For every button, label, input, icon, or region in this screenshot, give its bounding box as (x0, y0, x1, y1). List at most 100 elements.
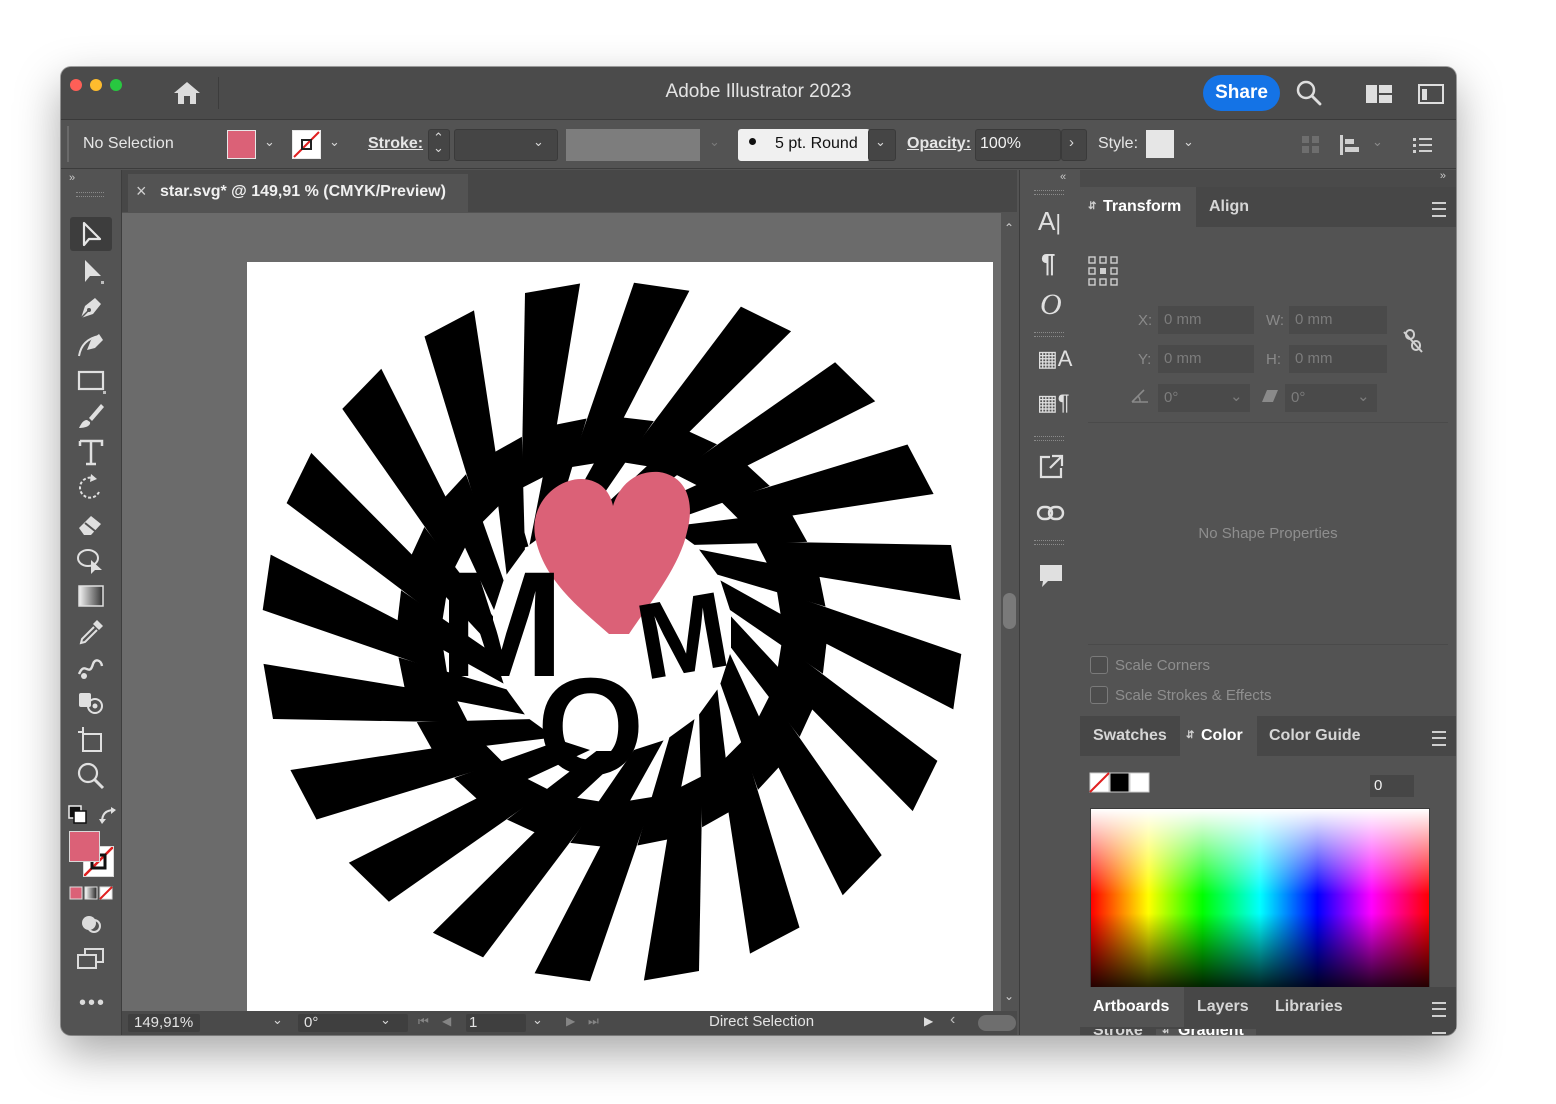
opentype-panel-icon[interactable]: O (1040, 288, 1062, 322)
variable-width-profile[interactable] (566, 129, 700, 161)
paragraph-styles-icon[interactable]: ▦¶ (1037, 390, 1070, 416)
constrain-proportions-icon[interactable] (1402, 328, 1424, 354)
expand-dock-icon[interactable]: » (1440, 170, 1446, 182)
eraser-tool[interactable] (75, 508, 107, 540)
panel-options-icon[interactable] (1413, 136, 1433, 154)
stroke-label[interactable]: Stroke: (368, 135, 423, 153)
grip-handle[interactable] (67, 126, 69, 162)
stroke-weight-stepper[interactable]: ⌃ ⌄ (428, 129, 450, 161)
rotate-tool[interactable] (75, 472, 107, 504)
workspace-switcher-icon[interactable] (1365, 84, 1393, 104)
scroll-left-icon[interactable]: ‹ (950, 1011, 955, 1029)
share-button[interactable]: Share (1203, 75, 1280, 111)
tab-color-guide[interactable]: Color Guide (1257, 716, 1374, 756)
w-field[interactable]: 0 mm (1289, 306, 1387, 334)
h-field[interactable]: 0 mm (1289, 345, 1387, 373)
rotation-field[interactable]: 0° (298, 1014, 408, 1032)
curvature-tool[interactable] (75, 328, 107, 360)
swap-fill-stroke-icon[interactable] (98, 806, 118, 826)
grip-handle[interactable] (1034, 540, 1064, 545)
brush-dropdown-toggle[interactable]: ⌄ (868, 129, 896, 161)
chevron-down-icon[interactable]: ⌄ (264, 134, 275, 150)
tab-libraries[interactable]: Libraries (1262, 987, 1356, 1027)
search-icon[interactable] (1296, 80, 1322, 106)
artboard-tool[interactable] (75, 724, 107, 756)
horizontal-scroll-thumb[interactable] (978, 1015, 1016, 1031)
collapse-dock-icon[interactable]: « (1060, 171, 1066, 183)
color-spectrum[interactable] (1090, 808, 1430, 1000)
reference-point-icon[interactable] (1088, 256, 1118, 286)
tab-swatches[interactable]: Swatches (1080, 716, 1180, 756)
eyedropper-tool[interactable] (75, 616, 107, 648)
paintbrush-tool[interactable] (75, 400, 107, 432)
zoom-tool[interactable] (75, 760, 107, 792)
brush-definition-dropdown[interactable]: 5 pt. Round (738, 129, 870, 161)
draw-mode-icon[interactable] (80, 912, 102, 934)
selection-tool[interactable] (75, 256, 107, 288)
character-styles-icon[interactable]: ▦A (1037, 346, 1072, 372)
shape-builder-tool[interactable] (75, 544, 107, 576)
y-field[interactable]: 0 mm (1158, 345, 1254, 373)
canvas-area[interactable]: I M O M (122, 213, 1001, 1011)
artboard[interactable]: I M O M (247, 262, 993, 1011)
default-fill-stroke-icon[interactable] (68, 805, 88, 825)
color-value-field[interactable]: 0 (1370, 775, 1414, 797)
tab-align[interactable]: Align (1196, 187, 1264, 227)
graphic-style-swatch[interactable] (1146, 130, 1174, 158)
previous-artboard-icon[interactable]: ◀ (442, 1014, 451, 1028)
arrange-documents-icon[interactable] (1418, 84, 1444, 104)
panel-menu-icon[interactable] (1432, 1002, 1446, 1017)
close-tab-icon[interactable]: × (136, 181, 147, 202)
grip-handle[interactable] (1034, 436, 1064, 441)
star-artwork[interactable]: I M O M (247, 262, 993, 1011)
chevron-down-icon[interactable]: ⌄ (272, 1012, 283, 1028)
stroke-weight-field[interactable]: ⌄ (454, 129, 558, 161)
stroke-color-swatch[interactable] (292, 130, 321, 159)
opacity-field[interactable]: 100% (975, 129, 1061, 161)
shear-field[interactable]: 0° ⌄ (1285, 384, 1377, 412)
direct-selection-tool[interactable] (70, 217, 112, 251)
blend-tool[interactable] (75, 652, 107, 684)
panel-menu-icon[interactable] (1432, 731, 1446, 746)
chevron-down-icon[interactable]: ⌄ (532, 1012, 543, 1028)
x-field[interactable]: 0 mm (1158, 306, 1254, 334)
artboard-number-field[interactable]: 1 (466, 1014, 526, 1032)
zoom-field[interactable]: 149,91% (128, 1014, 200, 1032)
fill-swatch[interactable] (69, 831, 100, 862)
scale-corners-checkbox[interactable] (1090, 656, 1108, 674)
chevron-down-icon[interactable]: ⌄ (329, 134, 340, 150)
scroll-up-icon[interactable]: ⌃ (1004, 221, 1014, 235)
color-quick-swatches[interactable] (1089, 772, 1151, 794)
more-tools-icon[interactable]: ••• (79, 992, 106, 1015)
first-artboard-icon[interactable]: ⏮ (418, 1014, 429, 1029)
tab-transform[interactable]: ⇵ Transform (1080, 187, 1196, 227)
rectangle-tool[interactable] (75, 364, 107, 396)
align-icon[interactable] (1339, 134, 1363, 156)
panel-menu-icon[interactable] (1432, 202, 1446, 217)
links-icon[interactable] (1036, 504, 1066, 522)
chevron-down-icon[interactable]: ⌄ (380, 1012, 391, 1028)
color-mode-icons[interactable] (69, 885, 115, 901)
scroll-thumb[interactable] (1003, 593, 1016, 629)
grip-handle[interactable] (76, 192, 104, 197)
expand-toolbar-icon[interactable]: » (69, 172, 75, 184)
grip-handle[interactable] (1034, 190, 1064, 195)
screen-mode-icon[interactable] (77, 948, 105, 970)
chevron-down-icon[interactable]: ⌄ (1372, 134, 1383, 150)
comments-icon[interactable] (1037, 562, 1065, 590)
play-icon[interactable]: ▶ (924, 1014, 933, 1028)
document-tab[interactable]: × star.svg* @ 149,91 % (CMYK/Preview) (128, 174, 468, 212)
last-artboard-icon[interactable]: ⏭ (588, 1014, 599, 1029)
type-tool[interactable] (75, 436, 107, 468)
grip-handle[interactable] (1034, 332, 1064, 337)
vertical-scrollbar[interactable]: ⌃ ⌄ (1001, 213, 1018, 1011)
chevron-down-icon[interactable]: ⌄ (1183, 134, 1194, 150)
tab-layers[interactable]: Layers (1184, 987, 1262, 1027)
export-icon[interactable] (1038, 454, 1064, 480)
symbol-sprayer-tool[interactable] (75, 688, 107, 720)
tab-artboards[interactable]: Artboards (1080, 987, 1184, 1027)
gradient-tool[interactable] (75, 580, 107, 612)
scroll-down-icon[interactable]: ⌄ (1004, 989, 1014, 1003)
scale-strokes-checkbox[interactable] (1090, 686, 1108, 704)
paragraph-panel-icon[interactable]: ¶ (1041, 248, 1055, 279)
